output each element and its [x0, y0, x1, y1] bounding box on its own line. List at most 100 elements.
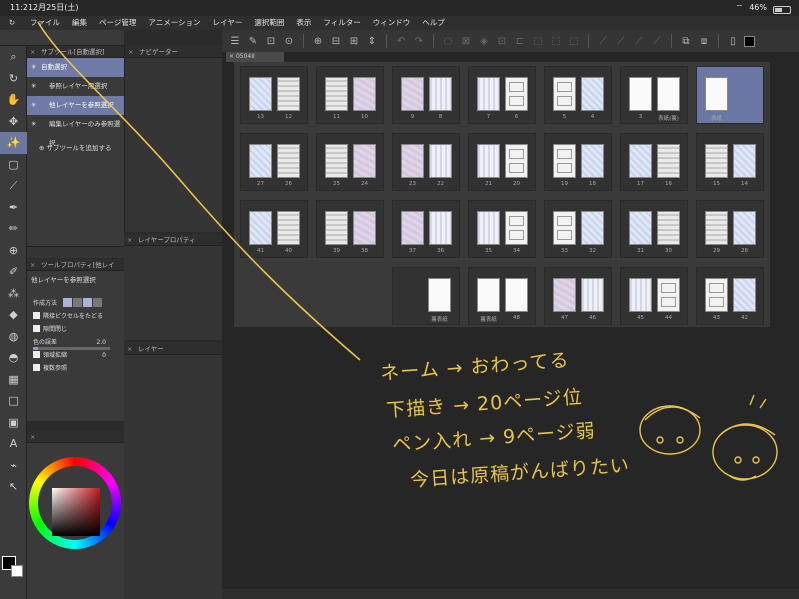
new-icon[interactable]: ✎: [246, 34, 260, 48]
multi-ref-row[interactable]: 複数参照: [27, 362, 124, 375]
hand-icon[interactable]: ✋: [0, 89, 27, 111]
page-thumbnail[interactable]: [477, 278, 500, 312]
page-thumbnail[interactable]: [353, 211, 376, 245]
menu-animation[interactable]: アニメーション: [142, 16, 206, 30]
page-thumbnail[interactable]: [553, 211, 576, 245]
page-thumbnail[interactable]: [401, 211, 424, 245]
eyedropper-icon[interactable]: ⟋: [0, 175, 27, 197]
rotate-icon[interactable]: ↻: [0, 68, 27, 90]
page-thumbnail[interactable]: [505, 144, 528, 178]
page-thumbnail[interactable]: [353, 77, 376, 111]
close-icon[interactable]: ×: [30, 431, 35, 443]
menu-layer[interactable]: レイヤー: [207, 16, 249, 30]
subtool-item-other-layer[interactable]: ✳ 他レイヤーを参照選択: [27, 96, 124, 115]
close-icon[interactable]: ×: [30, 259, 35, 271]
page-thumbnail[interactable]: [657, 278, 680, 312]
pencil-icon[interactable]: ✏: [0, 218, 27, 240]
page-thumbnail[interactable]: [657, 211, 680, 245]
ruler3-icon[interactable]: ⟋: [632, 34, 646, 48]
page-spread[interactable]: 41 40: [240, 200, 308, 258]
app-logo-icon[interactable]: ↻: [0, 16, 24, 30]
ruler4-icon[interactable]: ⟋: [650, 34, 664, 48]
frame-icon[interactable]: ▣: [0, 412, 27, 434]
menu-view[interactable]: 表示: [290, 16, 317, 30]
document-tab[interactable]: × 0504II: [226, 52, 284, 62]
subtool-item-edit-layer[interactable]: ✳ 編集レイヤーのみ参照選択: [27, 115, 124, 147]
sub-color-swatch[interactable]: [11, 565, 23, 577]
page-spread[interactable]: 23 22: [392, 133, 460, 191]
paste-icon[interactable]: ⧈: [697, 34, 711, 48]
eraser-icon[interactable]: ◆: [0, 304, 27, 326]
fill-icon[interactable]: ◈: [477, 34, 491, 48]
page-spread[interactable]: 裏表紙: [392, 267, 460, 325]
mode-buttons[interactable]: [62, 298, 102, 307]
page-spread[interactable]: 19 18: [544, 133, 612, 191]
page-thumbnail[interactable]: [325, 211, 348, 245]
blend-icon[interactable]: ◍: [0, 326, 27, 348]
menu-selection[interactable]: 選択範囲: [248, 16, 290, 30]
close-icon[interactable]: ×: [229, 53, 236, 60]
page-thumbnail[interactable]: [429, 77, 452, 111]
page-spread[interactable]: 17 16: [620, 133, 688, 191]
select-all-icon[interactable]: ⬚: [531, 34, 545, 48]
move-icon[interactable]: ✥: [0, 111, 27, 133]
page-thumbnail[interactable]: [429, 211, 452, 245]
page-thumbnail[interactable]: [629, 144, 652, 178]
page-spread[interactable]: 54: [544, 66, 612, 124]
current-color-swatch[interactable]: [744, 35, 755, 47]
close-icon[interactable]: ×: [127, 234, 132, 246]
page-thumbnail[interactable]: [505, 211, 528, 245]
airbrush-icon[interactable]: ✐: [0, 261, 27, 283]
redo-icon[interactable]: ↷: [412, 34, 426, 48]
page-thumbnail[interactable]: [401, 77, 424, 111]
page-thumbnail[interactable]: [325, 144, 348, 178]
checkbox-icon[interactable]: [33, 351, 40, 358]
close-icon[interactable]: ×: [128, 46, 133, 58]
page-spread[interactable]: 47 46: [544, 267, 612, 325]
new-page-icon[interactable]: ⊕: [311, 34, 325, 48]
page-thumbnail[interactable]: [581, 77, 604, 111]
subtool-item-auto-select[interactable]: ✳ 自動選択: [27, 58, 124, 77]
menu-help[interactable]: ヘルプ: [416, 16, 451, 30]
menu-filter[interactable]: フィルター: [317, 16, 366, 30]
adjacent-pixel-row[interactable]: 隣接ピクセルをたどる: [27, 310, 124, 323]
page-spread[interactable]: 29 28: [696, 200, 764, 258]
transform-icon[interactable]: ⊡: [495, 34, 509, 48]
decoration-icon[interactable]: ⁂: [0, 283, 27, 305]
page-spread[interactable]: 76: [468, 66, 536, 124]
folder-icon[interactable]: ⊟: [329, 34, 343, 48]
page-spread[interactable]: 21 20: [468, 133, 536, 191]
copy-icon[interactable]: ⧉: [679, 34, 693, 48]
menu-window[interactable]: ウィンドウ: [367, 16, 417, 30]
text-icon[interactable]: A: [0, 433, 27, 455]
auto-select-icon[interactable]: ✨: [0, 132, 27, 154]
add-subtool-button[interactable]: ⊕ サブツールを追加する: [27, 142, 124, 152]
page-thumbnail[interactable]: [249, 144, 272, 178]
page-spread[interactable]: 15 14: [696, 133, 764, 191]
subtool-item-ref-layer[interactable]: ✳ 参照レイヤー用選択: [27, 77, 124, 96]
page-thumbnail[interactable]: [657, 144, 680, 178]
pen-icon[interactable]: ✒: [0, 197, 27, 219]
page-thumbnail[interactable]: [629, 77, 652, 111]
page-spread[interactable]: 31 30: [620, 200, 688, 258]
clear-icon[interactable]: ◌: [441, 34, 455, 48]
figure-icon[interactable]: □: [0, 390, 27, 412]
fill-icon[interactable]: ◓: [0, 347, 27, 369]
page-thumbnail[interactable]: [581, 278, 604, 312]
page-thumbnail[interactable]: [249, 211, 272, 245]
close-icon[interactable]: ×: [127, 343, 132, 355]
page-thumbnail[interactable]: [428, 278, 451, 312]
page-thumbnail[interactable]: [581, 144, 604, 178]
page-thumbnail[interactable]: [733, 144, 756, 178]
page-spread[interactable]: 25 24: [316, 133, 384, 191]
page-thumbnail[interactable]: [733, 278, 756, 312]
export-icon[interactable]: ⊞: [347, 34, 361, 48]
page-thumbnail[interactable]: [553, 278, 576, 312]
page-thumbnail[interactable]: [705, 77, 728, 111]
close-icon[interactable]: ×: [30, 46, 35, 58]
menu-icon[interactable]: ☰: [228, 34, 242, 48]
page-spread[interactable]: 27 26: [240, 133, 308, 191]
checkbox-icon[interactable]: [33, 312, 40, 319]
selection-icon[interactable]: ▢: [0, 154, 27, 176]
page-thumbnail[interactable]: [505, 278, 528, 312]
